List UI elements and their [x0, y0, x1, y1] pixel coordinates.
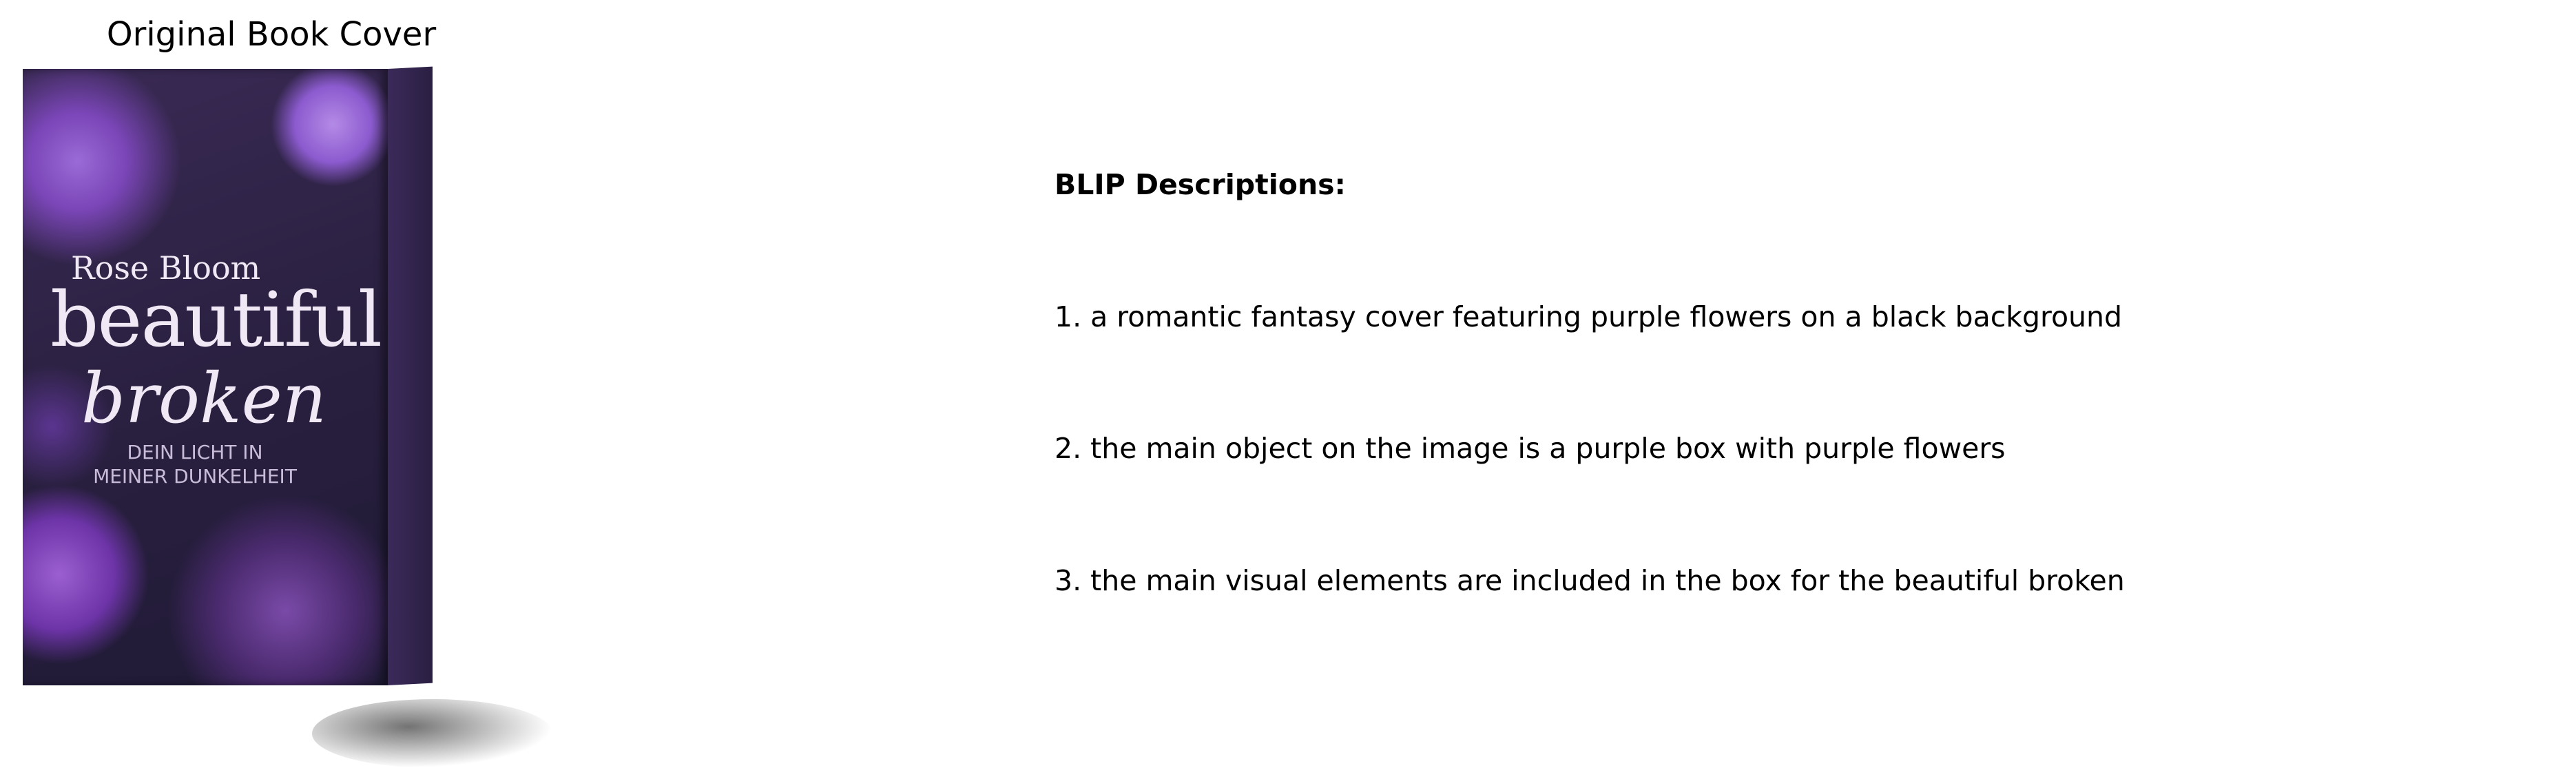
- cover-subtitle-line1: DEIN LICHT IN: [127, 441, 263, 464]
- descriptions-heading: BLIP Descriptions:: [1055, 168, 1346, 201]
- book-cover-image: Rose Bloom beautiful broken DEIN LICHT I…: [23, 66, 553, 768]
- description-item: 2. the main object on the image is a pur…: [1055, 432, 2006, 465]
- description-item: 3. the main visual elements are included…: [1055, 564, 2125, 597]
- cover-title-line1: beautiful: [50, 276, 382, 364]
- cover-subtitle-line2: MEINER DUNKELHEIT: [93, 465, 297, 488]
- book-spine: [388, 66, 433, 685]
- cover-title: Original Book Cover: [106, 15, 437, 54]
- description-item: 1. a romantic fantasy cover featuring pu…: [1055, 300, 2123, 333]
- book-front: Rose Bloom beautiful broken DEIN LICHT I…: [23, 69, 388, 685]
- cover-title-line2: broken: [81, 358, 327, 439]
- book-shadow: [312, 699, 553, 768]
